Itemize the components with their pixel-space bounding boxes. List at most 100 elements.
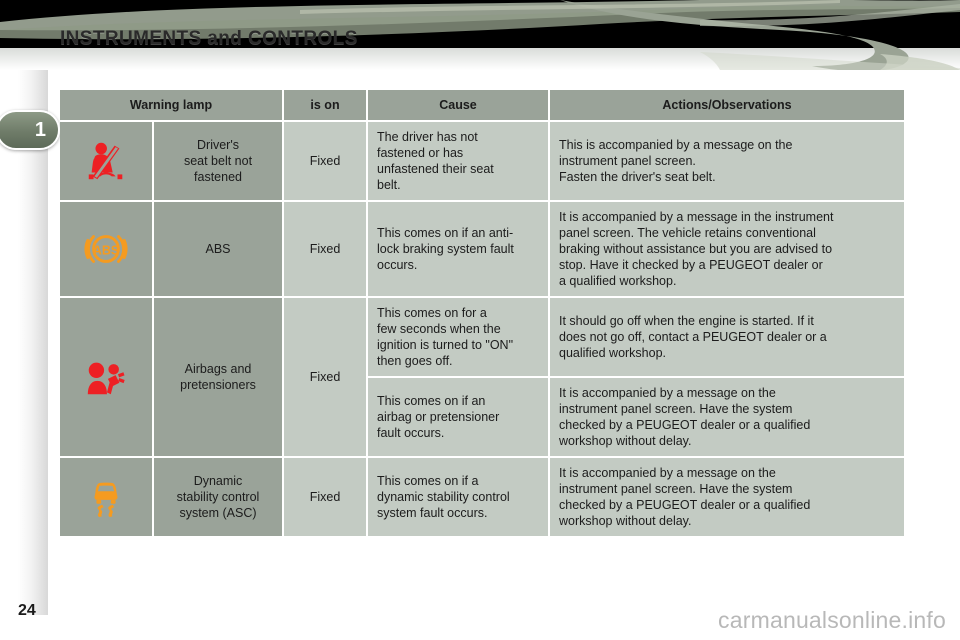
- cause-text: This comes on if a dynamic stability cont…: [368, 466, 548, 528]
- actions-line: It is accompanied by a message on the: [559, 386, 776, 400]
- actions-line: Fasten the driver's seat belt.: [559, 170, 716, 184]
- actions-text: This is accompanied by a message on the i…: [550, 130, 904, 192]
- warning-lamp-name: ABS: [154, 234, 282, 264]
- is-on-value: Fixed: [309, 370, 341, 384]
- page-number: 24: [18, 602, 36, 619]
- warning-lamp-icon-cell: ABS: [60, 202, 152, 296]
- cause-line: This comes on if a: [377, 474, 479, 488]
- svg-text:ABS: ABS: [93, 243, 119, 257]
- cause-cell: This comes on for a few seconds when the i…: [368, 298, 548, 376]
- actions-line: workshop without delay.: [559, 434, 692, 448]
- actions-line: instrument panel screen.: [559, 154, 696, 168]
- actions-line: instrument panel screen. Have the system: [559, 402, 793, 416]
- warning-lamp-name-line: Driver's: [197, 138, 239, 152]
- is-on-cell: Fixed: [284, 458, 366, 536]
- column-header-actions: Actions/Observations: [550, 90, 904, 120]
- column-header-cause: Cause: [368, 90, 548, 120]
- cause-text: This comes on if an airbag or pretensione…: [368, 386, 548, 448]
- cause-line: fault occurs.: [377, 426, 445, 440]
- actions-cell: It should go off when the engine is star…: [550, 298, 904, 376]
- table-body: Driver's seat belt not fastened Fixed The dr…: [60, 122, 904, 536]
- cause-line: This comes on for a: [377, 306, 487, 320]
- actions-text: It is accompanied by a message in the in…: [550, 202, 904, 296]
- warning-lamp-table: Warning lamp is on Cause Actions/Observa…: [58, 88, 906, 538]
- warning-lamp-icon-cell: [60, 122, 152, 200]
- warning-lamp-name-cell: Dynamic stability control system (ASC): [154, 458, 282, 536]
- warning-lamp-name-line: system (ASC): [179, 506, 257, 520]
- cause-line: This comes on if an: [377, 394, 486, 408]
- actions-line: It is accompanied by a message on the: [559, 466, 776, 480]
- warning-lamp-name-line: seat belt not: [183, 154, 253, 168]
- actions-text: It should go off when the engine is star…: [550, 306, 904, 368]
- table-row: Driver's seat belt not fastened Fixed The dr…: [60, 122, 904, 200]
- cause-line: dynamic stability control: [377, 490, 510, 504]
- actions-line: does not go off, contact a PEUGEOT deale…: [559, 330, 827, 344]
- warning-lamp-name-line: pretensioners: [180, 378, 256, 392]
- abs-icon: ABS: [83, 235, 129, 263]
- site-watermark: carmanualsonline.info: [718, 607, 946, 633]
- actions-line: This is accompanied by a message on the: [559, 138, 793, 152]
- cause-cell: This comes on if an airbag or pretensione…: [368, 378, 548, 456]
- cause-line: occurs.: [377, 258, 418, 272]
- actions-cell: It is accompanied by a message in the in…: [550, 202, 904, 296]
- actions-line: checked by a PEUGEOT dealer or a qualifi…: [559, 498, 811, 512]
- is-on-value: Fixed: [309, 154, 341, 168]
- cause-line: The driver has not: [377, 130, 478, 144]
- is-on-cell: Fixed: [284, 202, 366, 296]
- cause-line: unfastened their seat: [377, 162, 494, 176]
- asc-skid-icon: [83, 482, 129, 518]
- warning-lamp-name-cell: Airbags and pretensioners: [154, 298, 282, 456]
- table-row: ABS ABS Fixed This comes on if an anti-lock…: [60, 202, 904, 296]
- warning-lamp-name-cell: Driver's seat belt not fastened: [154, 122, 282, 200]
- warning-lamp-icon-cell: [60, 458, 152, 536]
- is-on-value: Fixed: [309, 242, 341, 256]
- airbag-icon: [83, 362, 129, 395]
- actions-line: It should go off when the engine is star…: [559, 314, 814, 328]
- is-on-cell: Fixed: [284, 298, 366, 456]
- warning-lamp-name: Driver's seat belt not fastened: [154, 130, 282, 192]
- actions-line: workshop without delay.: [559, 514, 692, 528]
- warning-lamp-name-line: fastened: [194, 170, 242, 184]
- warning-lamp-name: Airbags and pretensioners: [154, 354, 282, 400]
- warning-lamp-name-line: stability control: [176, 490, 260, 504]
- warning-lamp-table-wrap: Warning lamp is on Cause Actions/Observa…: [58, 88, 904, 538]
- warning-lamp-icon-cell: [60, 298, 152, 456]
- cause-line: belt.: [377, 178, 401, 192]
- actions-line: stop. Have it checked by a PEUGEOT deale…: [559, 258, 823, 272]
- cause-line: airbag or pretensioner: [377, 410, 500, 424]
- warning-lamp-name: Dynamic stability control system (ASC): [154, 466, 282, 528]
- actions-text: It is accompanied by a message on the ins…: [550, 378, 904, 456]
- cause-text: This comes on if an anti-lock braking sy…: [368, 218, 548, 280]
- actions-cell: This is accompanied by a message on the i…: [550, 122, 904, 200]
- column-header-is-on: is on: [284, 90, 366, 120]
- warning-lamp-name-line: Dynamic: [193, 474, 243, 488]
- actions-line: checked by a PEUGEOT dealer or a qualifi…: [559, 418, 811, 432]
- actions-cell: It is accompanied by a message on the ins…: [550, 458, 904, 536]
- actions-line: It is accompanied by a message in the in…: [559, 210, 834, 224]
- cause-line: ignition is turned to "ON": [377, 338, 514, 352]
- cause-line: lock braking system fault: [377, 242, 514, 256]
- actions-text: It is accompanied by a message on the ins…: [550, 458, 904, 536]
- table-header-row: Warning lamp is on Cause Actions/Observa…: [60, 90, 904, 120]
- actions-line: panel screen. The vehicle retains conven…: [559, 226, 816, 240]
- cause-line: then goes off.: [377, 354, 453, 368]
- actions-line: instrument panel screen. Have the system: [559, 482, 793, 496]
- warning-lamp-name-line: Airbags and: [184, 362, 252, 376]
- cause-cell: This comes on if an anti-lock braking sy…: [368, 202, 548, 296]
- seatbelt-unfastened-icon: [83, 142, 129, 180]
- cause-line: This comes on if an anti-: [377, 226, 514, 240]
- actions-line: qualified workshop.: [559, 346, 667, 360]
- actions-line: braking without assistance but you are a…: [559, 242, 833, 256]
- cause-text: The driver has not fastened or has unfaste…: [368, 122, 548, 200]
- page-title: INSTRUMENTS and CONTROLS: [60, 28, 358, 49]
- chapter-number: 1: [34, 119, 46, 141]
- is-on-cell: Fixed: [284, 122, 366, 200]
- cause-text: This comes on for a few seconds when the i…: [368, 298, 548, 376]
- cause-cell: The driver has not fastened or has unfaste…: [368, 122, 548, 200]
- table-row: Dynamic stability control system (ASC) Fixe…: [60, 458, 904, 536]
- table-row: Airbags and pretensioners Fixed This comes …: [60, 298, 904, 456]
- chapter-rail: 1: [0, 70, 60, 615]
- warning-lamp-name-cell: ABS: [154, 202, 282, 296]
- column-header-warning-lamp: Warning lamp: [60, 90, 282, 120]
- chapter-tab[interactable]: 1: [0, 110, 60, 150]
